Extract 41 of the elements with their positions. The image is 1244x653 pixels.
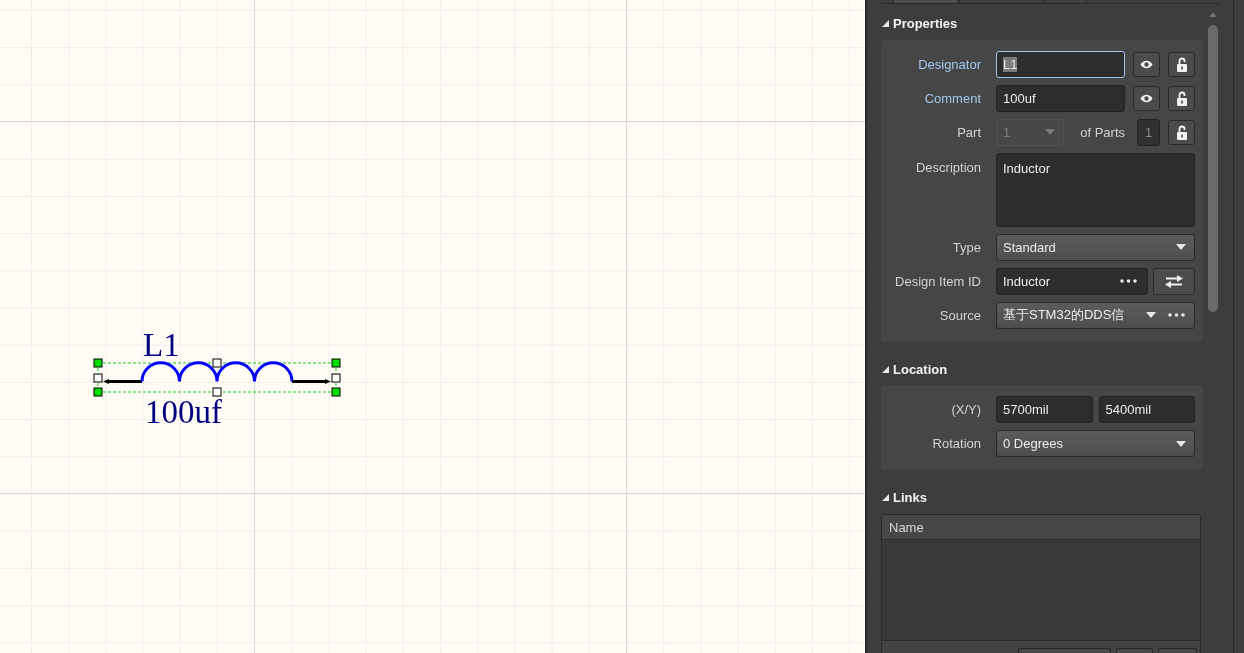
more-icon[interactable]: [1120, 279, 1137, 284]
dropdown[interactable]: 基于STM32的DDS信: [996, 301, 1195, 329]
field-label: Part: [956, 124, 981, 140]
swap-button[interactable]: [1153, 267, 1195, 295]
field-label: of Parts: [1080, 124, 1125, 140]
field-label: Source: [938, 307, 981, 323]
text-area[interactable]: Inductor: [996, 152, 1195, 227]
field-label: (X/Y): [950, 402, 981, 418]
dropdown[interactable]: Standard: [996, 233, 1195, 261]
visibility-button[interactable]: [1133, 51, 1160, 77]
coordinate-field[interactable]: 5700mil: [996, 396, 1093, 424]
visibility-button[interactable]: [1133, 85, 1160, 111]
caret-icon: [1176, 440, 1186, 447]
section-header[interactable]: Links: [881, 488, 931, 507]
field-label: Designator: [917, 56, 981, 72]
scrollbar-thumb[interactable]: [1208, 25, 1218, 312]
lock-button[interactable]: [1168, 51, 1195, 77]
resize-handle[interactable]: [212, 387, 222, 397]
caret-icon: [1045, 129, 1055, 136]
field-label: Design Item ID: [894, 273, 981, 289]
lock-button[interactable]: [1168, 85, 1195, 111]
caret-icon: [1146, 312, 1156, 319]
caret-icon: [1176, 244, 1186, 251]
field-label: Description: [914, 158, 981, 175]
field-label: Rotation: [931, 436, 981, 452]
designator-label: L1: [143, 327, 180, 363]
column-header[interactable]: Name: [889, 519, 924, 535]
parts-count-field: 1: [1137, 118, 1160, 146]
comment-label: 100uf: [145, 394, 222, 430]
field-label: Comment: [923, 90, 981, 106]
section-header[interactable]: Location: [881, 359, 952, 379]
field-label: Type: [951, 239, 981, 255]
item-id-field[interactable]: Inductor: [996, 267, 1148, 295]
swap-arrows-icon: [1165, 274, 1183, 288]
more-icon[interactable]: [1168, 313, 1185, 318]
lock-button[interactable]: [1168, 119, 1195, 145]
text-field[interactable]: 100uf: [996, 84, 1125, 112]
resize-handle[interactable]: [212, 358, 222, 368]
section-header[interactable]: Properties: [881, 14, 962, 33]
dropdown[interactable]: 0 Degrees: [996, 430, 1195, 458]
coordinate-field[interactable]: 5400mil: [1098, 396, 1195, 424]
